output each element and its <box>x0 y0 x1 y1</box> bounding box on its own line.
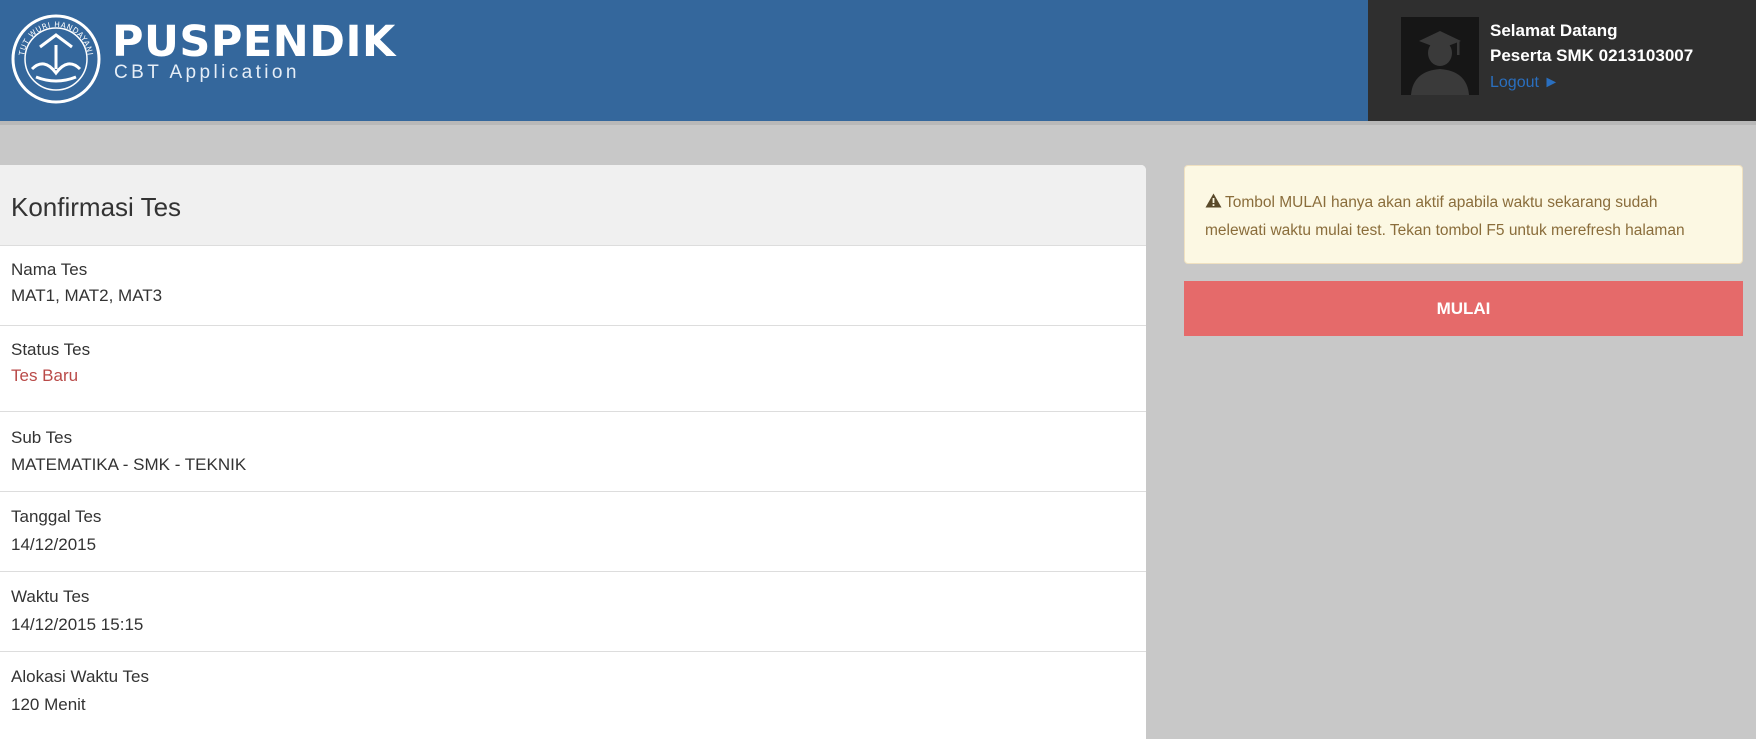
field-value: MATEMATIKA - SMK - TEKNIK <box>11 455 247 474</box>
field-value: 120 Menit <box>11 695 86 714</box>
tut-wuri-handayani-logo: TUT WURI HANDAYANI <box>11 14 101 104</box>
field-row-test-time: Waktu Tes 14/12/2015 15:15 <box>0 572 1146 652</box>
brand-title: PUSPENDIK <box>112 17 396 67</box>
field-value: MAT1, MAT2, MAT3 <box>11 286 163 305</box>
field-label: Alokasi Waktu Tes <box>11 667 149 686</box>
panel-heading: Konfirmasi Tes <box>0 165 1146 246</box>
logout-link[interactable]: Logout ► <box>1490 73 1559 93</box>
panel-title: Konfirmasi Tes <box>11 192 182 222</box>
field-label: Waktu Tes <box>11 587 90 606</box>
alert-text-line-2: melewati waktu mulai test. Tekan tombol … <box>1205 222 1685 239</box>
field-row-test-name: Nama Tes MAT1, MAT2, MAT3 <box>0 246 1146 326</box>
field-value: 14/12/2015 15:15 <box>11 615 144 634</box>
field-label: Sub Tes <box>11 428 73 447</box>
header-divider <box>0 121 1756 125</box>
status-value: Tes Baru <box>11 366 79 385</box>
username-text: Peserta SMK 0213103007 <box>1490 46 1694 65</box>
warning-alert: Tombol MULAI hanya akan aktif apabila wa… <box>1184 165 1743 264</box>
welcome-text: Selamat Datang <box>1490 21 1618 40</box>
start-test-button[interactable]: MULAI <box>1184 281 1743 336</box>
field-label: Status Tes <box>11 340 91 359</box>
field-row-sub-test: Sub Tes MATEMATIKA - SMK - TEKNIK <box>0 412 1146 492</box>
brand-subtitle: CBT Application <box>114 62 300 83</box>
header-bar: TUT WURI HANDAYANI PUSPENDIK CBT Applica… <box>0 0 1756 121</box>
field-row-test-status: Status Tes Tes Baru <box>0 326 1146 412</box>
alert-text-line-1: Tombol MULAI hanya akan aktif apabila wa… <box>1225 194 1658 211</box>
test-confirmation-panel: Konfirmasi Tes Nama Tes MAT1, MAT2, MAT3… <box>0 165 1146 739</box>
field-value: 14/12/2015 <box>11 535 97 554</box>
field-row-test-date: Tanggal Tes 14/12/2015 <box>0 492 1146 572</box>
field-label: Tanggal Tes <box>11 507 102 526</box>
field-row-time-allocation: Alokasi Waktu Tes 120 Menit <box>0 652 1146 739</box>
field-label: Nama Tes <box>11 260 88 279</box>
user-panel: Selamat Datang Peserta SMK 0213103007 Lo… <box>1368 0 1756 121</box>
graduate-avatar-icon <box>1401 17 1479 95</box>
warning-icon <box>1205 193 1222 208</box>
